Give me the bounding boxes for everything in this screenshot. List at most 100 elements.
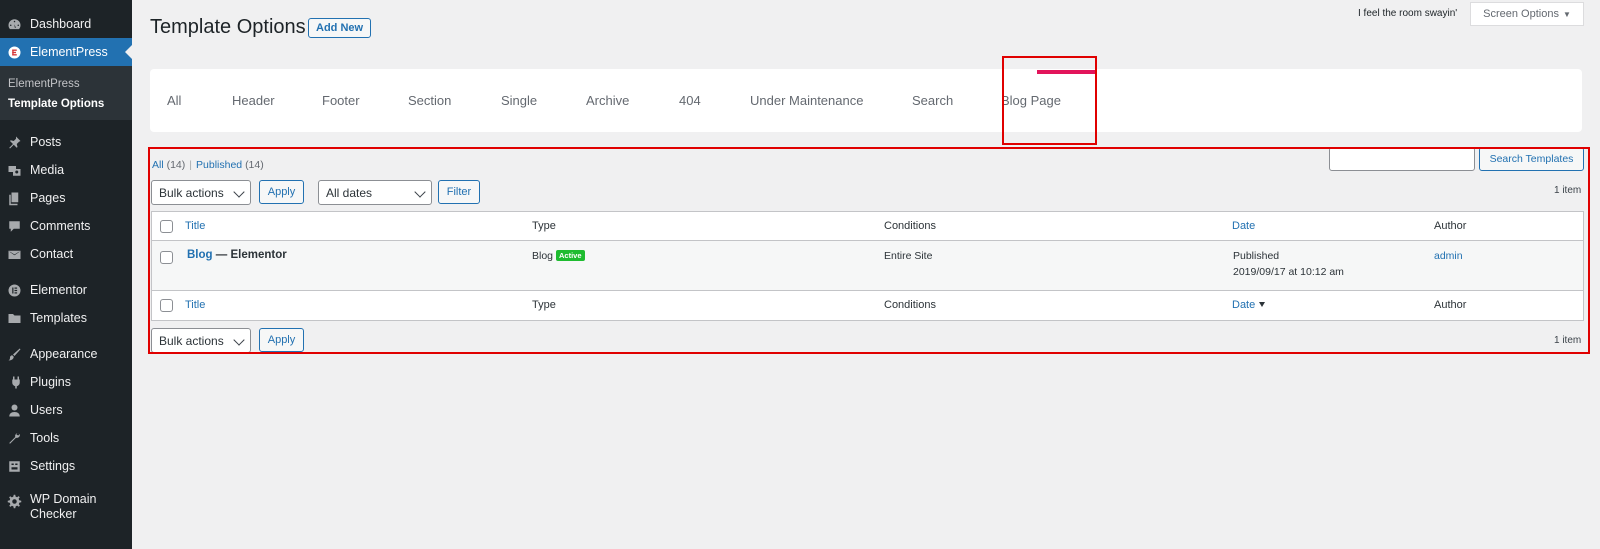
tab-archive[interactable]: Archive bbox=[586, 93, 629, 108]
bulk-actions-value: Bulk actions bbox=[159, 185, 224, 200]
date-filter-select[interactable]: All dates bbox=[318, 180, 432, 205]
sidebar-item-media[interactable]: Media bbox=[0, 156, 132, 184]
tab-404[interactable]: 404 bbox=[679, 93, 701, 108]
wrench-icon bbox=[6, 430, 22, 446]
select-all-checkbox[interactable] bbox=[160, 220, 173, 233]
hello-dolly-lyric: I feel the room swayin' bbox=[1358, 8, 1458, 19]
select-all-checkbox-bottom[interactable] bbox=[160, 299, 173, 312]
settings-icon bbox=[6, 458, 22, 474]
filter-button[interactable]: Filter bbox=[438, 180, 480, 204]
gear-icon bbox=[6, 493, 22, 509]
tab-search[interactable]: Search bbox=[912, 93, 953, 108]
sidebar-item-plugins[interactable]: Plugins bbox=[0, 368, 132, 396]
tab-under-maintenance[interactable]: Under Maintenance bbox=[750, 93, 863, 108]
templates-table: Title Type Conditions Date Author Blog —… bbox=[151, 211, 1584, 321]
status-filter-links: All (14) | Published (14) bbox=[152, 159, 264, 171]
sidebar-item-label: Comments bbox=[30, 219, 91, 233]
pages-icon bbox=[6, 190, 22, 206]
sidebar-item-label: Settings bbox=[30, 459, 76, 473]
row-checkbox[interactable] bbox=[160, 251, 173, 264]
apply-button-top[interactable]: Apply bbox=[259, 180, 304, 204]
caret-down-icon: ▼ bbox=[1562, 9, 1571, 19]
sidebar-item-label: Contact bbox=[30, 247, 74, 261]
template-date-status: Published bbox=[1233, 250, 1280, 262]
sidebar-item-label: Pages bbox=[30, 191, 66, 205]
column-date-sort[interactable]: Date bbox=[1232, 220, 1255, 232]
submenu-item-elementpress[interactable]: ElementPress bbox=[0, 74, 132, 94]
sidebar-item-appearance[interactable]: Appearance bbox=[0, 340, 132, 368]
main-content: Template Options Add New I feel the room… bbox=[132, 0, 1600, 549]
date-filter-value: All dates bbox=[326, 185, 373, 200]
bulk-actions-select-top[interactable]: Bulk actions bbox=[151, 180, 251, 205]
bulk-actions-value: Bulk actions bbox=[159, 333, 224, 348]
column-author-bottom: Author bbox=[1434, 299, 1467, 311]
status-badge: Active bbox=[556, 250, 585, 261]
sidebar-item-label: Users bbox=[30, 403, 63, 417]
screen-options-button[interactable]: Screen Options ▼ bbox=[1470, 2, 1584, 26]
items-count-bottom: 1 item bbox=[1554, 335, 1582, 346]
table-row: Blog — Elementor Blog Active Entire Site … bbox=[152, 241, 1583, 291]
user-icon bbox=[6, 402, 22, 418]
tab-all[interactable]: All bbox=[167, 93, 181, 108]
sidebar-item-label: Plugins bbox=[30, 375, 71, 389]
sidebar-item-label: WP Domain Checker bbox=[30, 492, 97, 521]
page-title: Template Options bbox=[150, 16, 306, 38]
sidebar-item-tools[interactable]: Tools bbox=[0, 424, 132, 452]
tab-section[interactable]: Section bbox=[408, 93, 451, 108]
column-type: Type bbox=[532, 220, 556, 232]
elementor-icon bbox=[6, 282, 22, 298]
template-type: Blog bbox=[532, 250, 554, 262]
screen-options-label: Screen Options bbox=[1483, 8, 1559, 20]
sidebar-item-users[interactable]: Users bbox=[0, 396, 132, 424]
sidebar-item-wp-domain-checker[interactable]: WP Domain Checker bbox=[0, 488, 132, 528]
pin-icon bbox=[6, 134, 22, 150]
sidebar-item-comments[interactable]: Comments bbox=[0, 212, 132, 240]
submenu-item-template-options[interactable]: Template Options bbox=[0, 94, 132, 114]
search-templates-input[interactable] bbox=[1329, 147, 1475, 171]
add-new-button[interactable]: Add New bbox=[308, 18, 372, 38]
search-templates-button[interactable]: Search Templates bbox=[1479, 147, 1584, 171]
sidebar-item-settings[interactable]: Settings bbox=[0, 452, 132, 480]
items-count-top: 1 item bbox=[1554, 185, 1582, 196]
tab-single[interactable]: Single bbox=[501, 93, 537, 108]
sidebar-item-contact[interactable]: Contact bbox=[0, 240, 132, 268]
chevron-down-icon bbox=[414, 186, 426, 198]
tab-footer[interactable]: Footer bbox=[322, 93, 360, 108]
chevron-down-icon bbox=[233, 334, 245, 346]
sidebar-item-posts[interactable]: Posts bbox=[0, 128, 132, 156]
filter-all-link[interactable]: All bbox=[152, 159, 164, 171]
elementpress-icon bbox=[6, 44, 22, 60]
dashboard-icon bbox=[6, 16, 22, 32]
sidebar-item-templates[interactable]: Templates bbox=[0, 304, 132, 332]
sidebar-item-label: Posts bbox=[30, 135, 62, 149]
apply-button-bottom[interactable]: Apply bbox=[259, 328, 304, 352]
sidebar-submenu: ElementPress Template Options bbox=[0, 66, 132, 120]
column-title-sort-bottom[interactable]: Title bbox=[185, 299, 205, 311]
sidebar-item-label: Media bbox=[30, 163, 65, 177]
template-title-suffix: — Elementor bbox=[212, 249, 287, 261]
template-conditions: Entire Site bbox=[884, 250, 933, 262]
template-author-link[interactable]: admin bbox=[1434, 250, 1463, 262]
table-header-row: Title Type Conditions Date Author bbox=[152, 212, 1583, 241]
column-author: Author bbox=[1434, 220, 1467, 232]
template-title-link[interactable]: Blog bbox=[187, 249, 213, 261]
tab-header[interactable]: Header bbox=[232, 93, 275, 108]
sidebar-item-elementor[interactable]: Elementor bbox=[0, 276, 132, 304]
table-footer-row: Title Type Conditions Date Author bbox=[152, 291, 1583, 320]
bulk-actions-select-bottom[interactable]: Bulk actions bbox=[151, 328, 251, 353]
sidebar-item-label: Elementor bbox=[30, 283, 87, 297]
template-date-value: 2019/09/17 at 10:12 am bbox=[1233, 266, 1344, 278]
sidebar-item-pages[interactable]: Pages bbox=[0, 184, 132, 212]
column-title-sort[interactable]: Title bbox=[185, 220, 205, 232]
column-type-bottom: Type bbox=[532, 299, 556, 311]
sort-desc-icon bbox=[1259, 302, 1266, 307]
tab-blog-page[interactable]: Blog Page bbox=[1001, 93, 1061, 108]
filter-published-link[interactable]: Published bbox=[196, 159, 242, 171]
sidebar-item-label: Tools bbox=[30, 431, 60, 445]
sidebar-item-dashboard[interactable]: Dashboard bbox=[0, 10, 132, 38]
active-tab-indicator bbox=[1037, 70, 1097, 74]
filter-published-count: (14) bbox=[245, 159, 264, 171]
sidebar-item-elementpress[interactable]: ElementPress bbox=[0, 38, 132, 66]
filter-separator: | bbox=[189, 159, 193, 171]
column-date-sort-bottom[interactable]: Date bbox=[1232, 299, 1255, 311]
